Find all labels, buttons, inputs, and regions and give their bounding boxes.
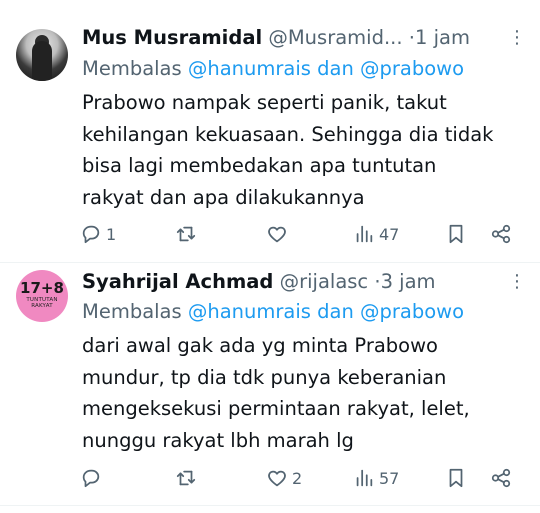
reply-prefix: Membalas bbox=[82, 300, 182, 323]
avatar[interactable]: 17+8 TUNTUTAN RAKYAT bbox=[16, 270, 68, 322]
bookmark-button[interactable] bbox=[445, 464, 467, 492]
user-name[interactable]: Syahrijal Achmad bbox=[82, 270, 273, 293]
text-line: mundur, tp dia tdk punya keberanian bbox=[82, 365, 447, 389]
tweet-header: Syahrijal Achmad @rijalasc ·3 jam bbox=[82, 267, 436, 297]
reply-context: Membalas @hanumrais dan @prabowo bbox=[82, 55, 464, 83]
retweet-button[interactable] bbox=[175, 464, 201, 492]
reply-button[interactable]: 1 bbox=[80, 220, 116, 248]
avatar[interactable] bbox=[16, 29, 68, 81]
heart-icon bbox=[268, 470, 286, 487]
more-icon[interactable]: ⋮ bbox=[508, 23, 526, 53]
reply-button[interactable] bbox=[80, 464, 106, 492]
bookmark-button[interactable] bbox=[445, 220, 467, 248]
like-count: 2 bbox=[292, 468, 303, 488]
views-icon bbox=[356, 225, 373, 243]
divider bbox=[0, 505, 540, 506]
user-name[interactable]: Mus Musramidal bbox=[82, 26, 262, 49]
retweet-icon bbox=[176, 226, 196, 242]
user-handle[interactable]: @rijalasc bbox=[280, 270, 369, 293]
retweet-button[interactable] bbox=[175, 220, 201, 248]
bookmark-icon bbox=[449, 468, 463, 488]
reply-icon bbox=[82, 225, 100, 244]
share-icon bbox=[491, 224, 511, 244]
text-line: rakyat dan apa dilakukannya bbox=[82, 185, 365, 209]
share-button[interactable] bbox=[490, 464, 512, 492]
text-line: nunggu rakyat lbh marah lg bbox=[82, 428, 354, 452]
text-line: kehilangan kekuasaan. Sehingga dia tidak bbox=[82, 122, 494, 146]
reply-prefix: Membalas bbox=[82, 57, 182, 80]
reply-count: 1 bbox=[106, 224, 117, 244]
timestamp[interactable]: 3 jam bbox=[381, 270, 436, 293]
avatar-text: 17+8 bbox=[20, 279, 64, 297]
text-line: bisa lagi membedakan apa tuntutan bbox=[82, 154, 437, 177]
share-button[interactable] bbox=[490, 220, 512, 248]
user-handle[interactable]: @Musramid... bbox=[268, 26, 402, 49]
text-line: Prabowo nampak seperti panik, takut bbox=[82, 91, 447, 114]
avatar-subtext: TUNTUTAN RAKYAT bbox=[26, 297, 58, 309]
tweet-1[interactable]: Mus Musramidal @Musramid... ·1 jam ⋮ Mem… bbox=[0, 0, 540, 262]
share-icon bbox=[491, 468, 511, 488]
views-icon bbox=[356, 469, 373, 487]
views-count: 57 bbox=[379, 468, 400, 488]
text-line: mengeksekusi permintaan rakyat, lelet, bbox=[82, 397, 470, 420]
text-line: dari awal gak ada yg minta Prabowo bbox=[82, 334, 438, 357]
more-icon[interactable]: ⋮ bbox=[508, 267, 526, 297]
like-button[interactable]: 2 bbox=[266, 464, 302, 492]
reply-context: Membalas @hanumrais dan @prabowo bbox=[82, 298, 464, 326]
views-button[interactable]: 57 bbox=[353, 464, 399, 492]
reply-icon bbox=[82, 469, 100, 488]
reply-mentions[interactable]: @hanumrais dan @prabowo bbox=[188, 57, 464, 80]
reply-mentions[interactable]: @hanumrais dan @prabowo bbox=[188, 300, 464, 323]
avatar-figure bbox=[32, 41, 52, 81]
bookmark-icon bbox=[449, 224, 463, 244]
retweet-icon bbox=[176, 470, 196, 486]
like-button[interactable] bbox=[266, 220, 292, 248]
views-button[interactable]: 47 bbox=[353, 220, 399, 248]
tweet-header: Mus Musramidal @Musramid... ·1 jam bbox=[82, 23, 470, 53]
tweet-text: Prabowo nampak seperti panik, takut kehi… bbox=[82, 87, 522, 213]
views-count: 47 bbox=[379, 224, 400, 244]
timestamp[interactable]: 1 jam bbox=[415, 26, 470, 49]
heart-icon bbox=[268, 226, 286, 243]
tweet-text: dari awal gak ada yg minta Prabowo mundu… bbox=[82, 330, 522, 456]
